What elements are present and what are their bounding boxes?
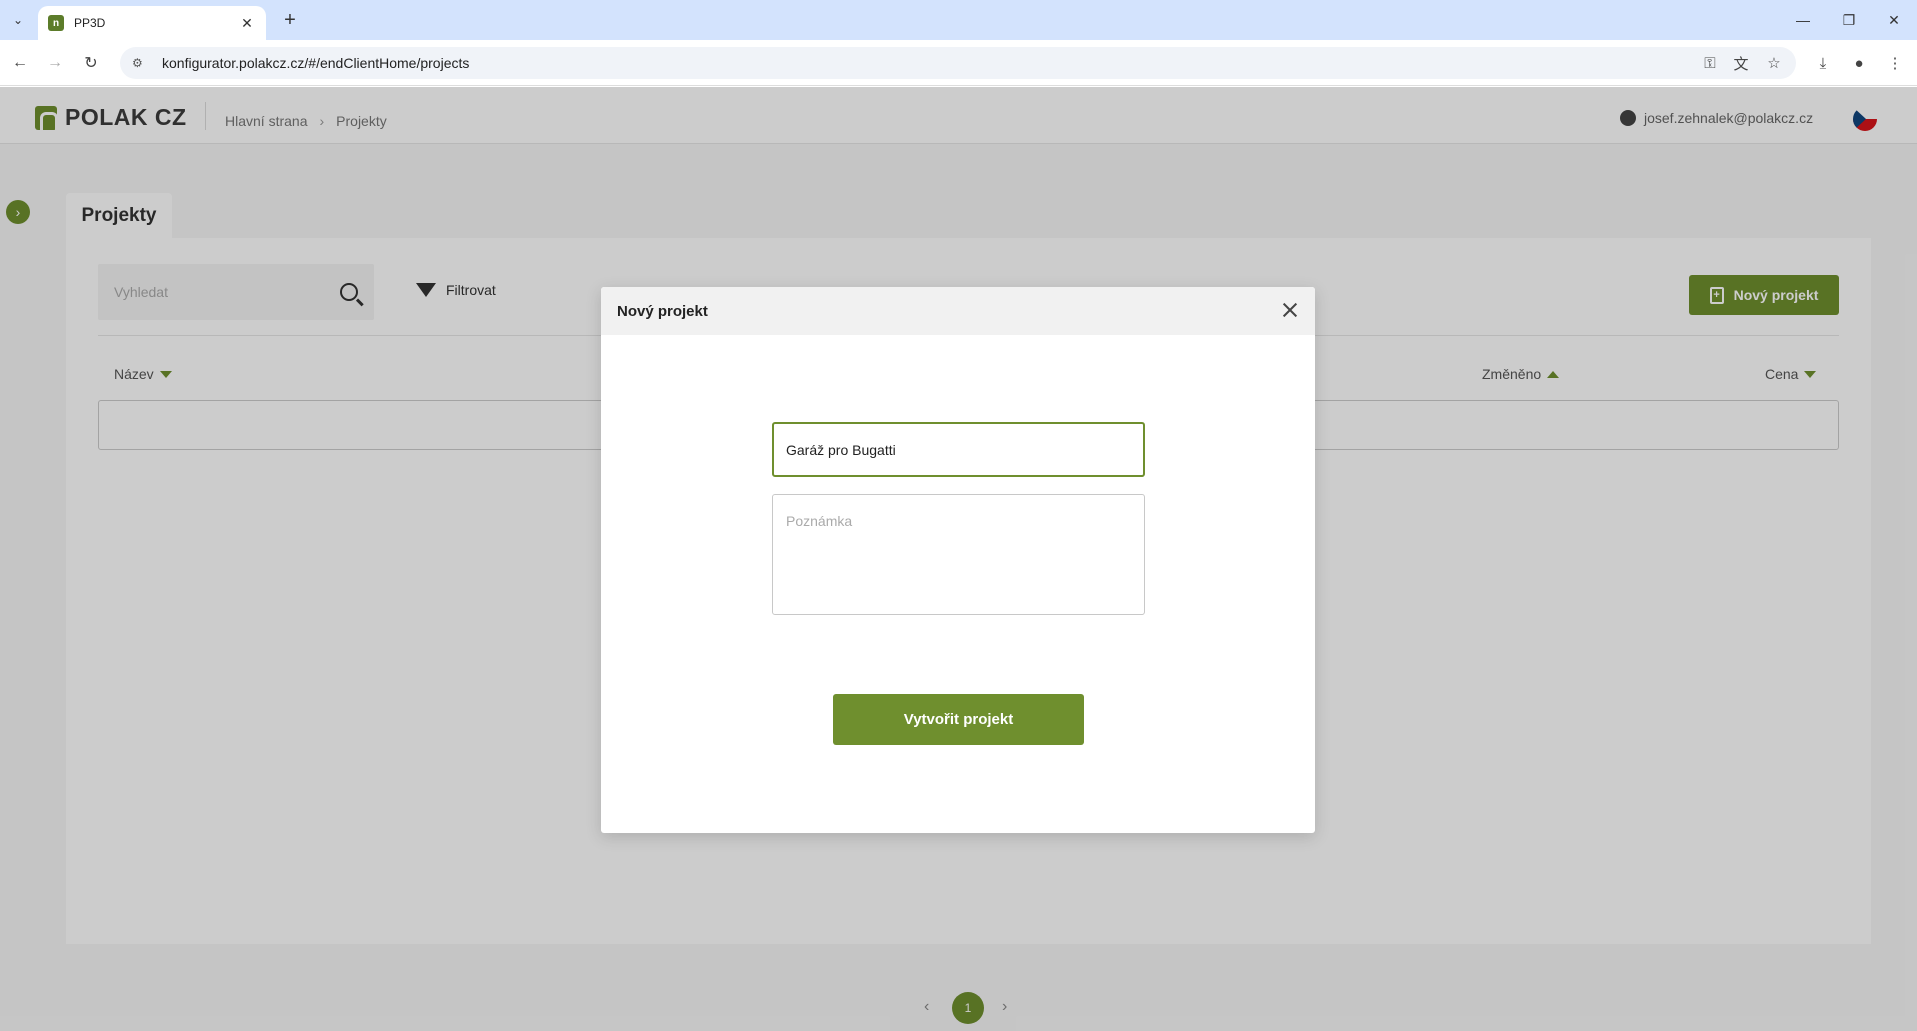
profile-icon[interactable]: ● [1846, 50, 1872, 76]
password-key-icon[interactable]: ⚿ [1697, 50, 1723, 76]
minimize-icon[interactable]: — [1780, 0, 1826, 40]
forward-icon[interactable]: → [42, 50, 68, 76]
restore-icon[interactable]: ❐ [1826, 0, 1872, 40]
window-close-icon[interactable]: ✕ [1871, 0, 1917, 40]
tab-search-chevron-icon[interactable]: ⌄ [6, 8, 30, 32]
site-settings-icon[interactable]: ⚙ [132, 55, 148, 71]
browser-tab[interactable]: n PP3D ✕ [38, 6, 266, 40]
project-name-input[interactable] [772, 422, 1145, 477]
new-project-dialog: Nový projekt Vytvořit projekt [601, 287, 1315, 833]
browser-menu-icon[interactable]: ⋮ [1882, 50, 1908, 76]
create-project-button[interactable]: Vytvořit projekt [833, 694, 1084, 745]
bookmark-star-icon[interactable]: ☆ [1761, 50, 1787, 76]
tab-close-icon[interactable]: ✕ [238, 15, 256, 32]
download-icon[interactable]: ⤓ [1810, 50, 1836, 76]
new-tab-icon[interactable]: + [278, 8, 302, 32]
translate-icon[interactable]: 文 [1728, 50, 1754, 76]
browser-tabbar: ⌄ n PP3D ✕ + — ❐ ✕ [0, 0, 1917, 40]
reload-icon[interactable]: ↻ [78, 50, 104, 76]
dialog-title: Nový projekt [617, 303, 708, 320]
tab-title: PP3D [74, 16, 106, 30]
project-note-textarea[interactable] [772, 494, 1145, 615]
browser-toolbar: ← → ↻ ⚙ konfigurator.polakcz.cz/#/endCli… [0, 40, 1917, 86]
dialog-header: Nový projekt [601, 287, 1315, 335]
address-bar[interactable]: ⚙ konfigurator.polakcz.cz/#/endClientHom… [120, 47, 1796, 79]
site-favicon-icon: n [48, 15, 64, 31]
url-text: konfigurator.polakcz.cz/#/endClientHome/… [162, 55, 470, 71]
close-icon[interactable] [1279, 299, 1301, 321]
back-icon[interactable]: ← [7, 50, 33, 76]
